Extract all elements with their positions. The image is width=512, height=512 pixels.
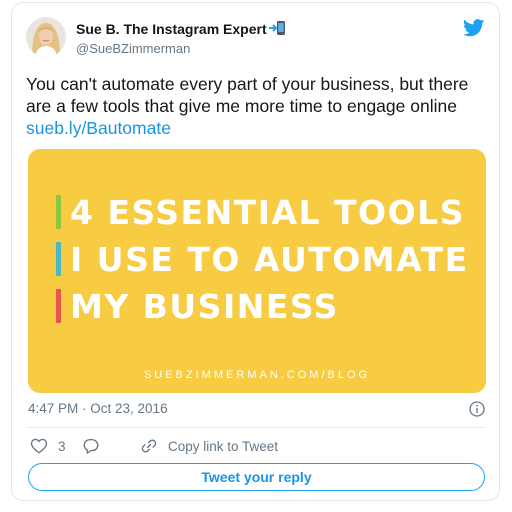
link-icon [140, 437, 158, 455]
like-count: 3 [58, 438, 66, 454]
like-button[interactable]: 3 [30, 435, 66, 457]
tweet-actions: 3 Copy link to Tweet [30, 435, 485, 457]
tweet-card: Sue B. The Instagram Expert @SueBZimmerm… [11, 2, 500, 501]
heart-icon [30, 437, 48, 455]
tweet-reply-button[interactable]: Tweet your reply [28, 463, 485, 491]
reply-button[interactable] [82, 435, 100, 457]
media-footer: SUEBZIMMERMAN.COM/BLOG [143, 369, 371, 381]
tweet-link[interactable]: sueb.ly/Bautomate [26, 117, 486, 139]
media-line-2-text: I USE TO AUTOMATE [70, 240, 469, 279]
display-name-row[interactable]: Sue B. The Instagram Expert [76, 20, 286, 40]
teal-bar-icon [56, 242, 61, 276]
media-line-3-text: MY BUSINESS [70, 287, 339, 326]
tweet-body: You can't automate every part of your bu… [26, 73, 486, 139]
tweet-header: Sue B. The Instagram Expert @SueBZimmerm… [26, 17, 485, 61]
green-bar-icon [56, 195, 61, 229]
mobile-phone-arrow-icon [268, 20, 286, 40]
user-info: Sue B. The Instagram Expert @SueBZimmerm… [76, 20, 286, 58]
copy-link-button[interactable]: Copy link to Tweet [140, 435, 278, 457]
tweet-text: You can't automate every part of your bu… [26, 74, 469, 116]
speech-bubble-icon [82, 437, 100, 455]
media-line-3: MY BUSINESS [56, 287, 339, 327]
tweet-timestamp[interactable]: 4:47 PM · Oct 23, 2016 [28, 401, 168, 416]
copy-link-label: Copy link to Tweet [168, 438, 279, 454]
display-name[interactable]: Sue B. The Instagram Expert [76, 21, 267, 37]
divider [26, 427, 485, 428]
media-line-1: 4 ESSENTIAL TOOLS [56, 193, 465, 233]
user-handle[interactable]: @SueBZimmerman [76, 40, 286, 58]
tweet-media-image[interactable]: 4 ESSENTIAL TOOLS I USE TO AUTOMATE MY B… [28, 149, 486, 393]
media-line-2: I USE TO AUTOMATE [56, 240, 469, 280]
red-bar-icon [56, 289, 61, 323]
info-icon[interactable] [469, 401, 485, 417]
avatar[interactable] [26, 17, 66, 57]
twitter-bird-icon[interactable] [463, 19, 485, 37]
media-line-1-text: 4 ESSENTIAL TOOLS [70, 193, 465, 232]
